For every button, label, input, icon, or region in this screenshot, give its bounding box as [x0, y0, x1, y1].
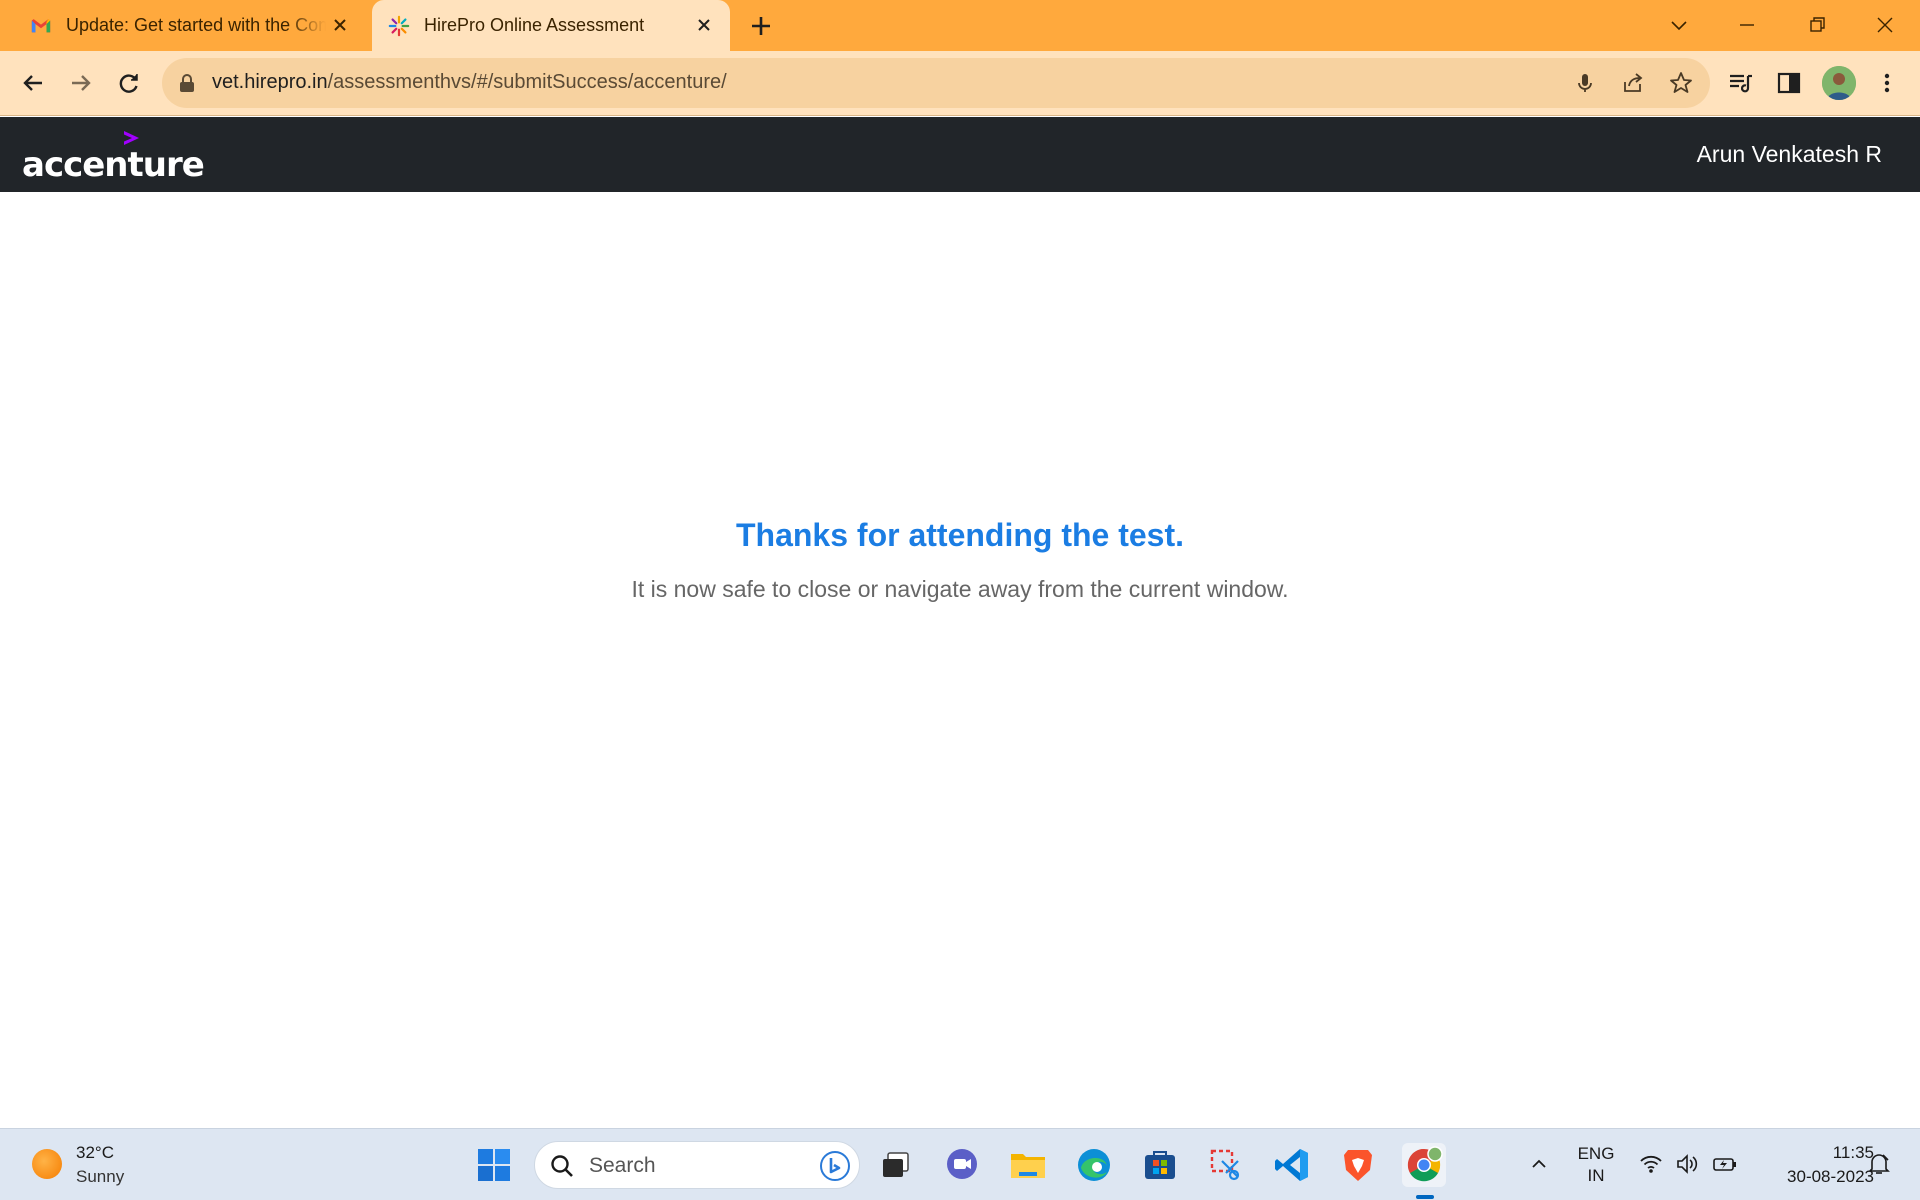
vscode-icon [1275, 1149, 1308, 1181]
back-icon[interactable] [18, 68, 48, 98]
microphone-icon[interactable] [1572, 70, 1598, 96]
microsoft-store-button[interactable] [1138, 1143, 1182, 1187]
taskbar-search[interactable]: Search [534, 1141, 860, 1189]
tab-search-chevron-icon[interactable] [1664, 10, 1694, 40]
forward-icon[interactable] [66, 68, 96, 98]
weather-temperature[interactable]: 32°C [76, 1143, 114, 1163]
success-message: It is now safe to close or navigate away… [631, 576, 1289, 602]
tab-hirepro[interactable]: HirePro Online Assessment [372, 0, 730, 51]
browser-toolbar: vet.hirepro.in/assessmenthvs/#/submitSuc… [0, 51, 1920, 116]
sun-icon[interactable] [32, 1149, 62, 1179]
folder-icon [1011, 1154, 1045, 1178]
battery-charging-icon[interactable] [1712, 1151, 1738, 1177]
chrome-button[interactable] [1402, 1143, 1446, 1187]
brave-icon [1344, 1150, 1372, 1181]
close-tab-icon[interactable] [694, 15, 714, 35]
snipping-tool-icon [1210, 1149, 1240, 1181]
lock-icon[interactable] [178, 73, 196, 93]
input-language[interactable]: ENG IN [1576, 1143, 1616, 1187]
search-placeholder: Search [589, 1154, 656, 1177]
clock-date: 30-08-2023 [1787, 1167, 1874, 1186]
url-path: /assessmenthvs/#/submitSuccess/accenture… [327, 71, 727, 93]
restore-icon[interactable] [1802, 10, 1832, 40]
profile-picture-icon [1822, 66, 1856, 100]
brave-button[interactable] [1336, 1143, 1380, 1187]
main-content: Thanks for attending the test. It is now… [0, 192, 1920, 1128]
minimize-icon[interactable] [1732, 10, 1762, 40]
accenture-logo[interactable]: accenture [22, 129, 205, 187]
screen: Update: Get started with the Community H… [0, 0, 1920, 1200]
windows-logo-icon [478, 1149, 510, 1181]
chrome-running-indicator [1416, 1195, 1434, 1199]
close-window-icon[interactable] [1870, 10, 1900, 40]
tab-title: HirePro Online Assessment [424, 15, 645, 35]
gmail-icon [31, 18, 51, 32]
tab-gmail[interactable]: Update: Get started with the Community [14, 0, 366, 51]
region-code: IN [1587, 1166, 1605, 1185]
language-code: ENG [1577, 1144, 1615, 1163]
notification-bell-icon[interactable] [1866, 1151, 1892, 1177]
tab-strip: Update: Get started with the Community H… [0, 0, 1920, 51]
side-panel-icon[interactable] [1774, 68, 1804, 98]
menu-kebab-icon[interactable] [1872, 68, 1902, 98]
tab-title: Update: Get started with the Community [66, 15, 326, 35]
vscode-button[interactable] [1270, 1143, 1314, 1187]
windows-taskbar: 32°C Sunny Search ENG IN 11:35 30-08-202… [0, 1128, 1920, 1200]
volume-icon[interactable] [1674, 1151, 1700, 1177]
weather-condition[interactable]: Sunny [76, 1167, 124, 1187]
hirepro-icon [388, 15, 410, 36]
reload-icon[interactable] [114, 68, 144, 98]
bing-icon[interactable] [819, 1150, 851, 1182]
search-icon [551, 1155, 573, 1177]
file-explorer-button[interactable] [1006, 1143, 1050, 1187]
wifi-icon[interactable] [1638, 1151, 1664, 1177]
close-tab-icon[interactable] [330, 15, 350, 35]
url-text[interactable]: vet.hirepro.in/assessmenthvs/#/submitSuc… [212, 71, 727, 94]
show-hidden-icons-chevron[interactable] [1528, 1153, 1550, 1175]
task-view-icon [883, 1152, 909, 1177]
task-view-button[interactable] [874, 1143, 918, 1187]
profile-avatar[interactable] [1822, 66, 1856, 100]
clock-time: 11:35 [1832, 1143, 1874, 1162]
bookmark-star-icon[interactable] [1668, 70, 1694, 96]
teams-chat-icon [947, 1149, 977, 1179]
share-icon[interactable] [1620, 70, 1646, 96]
edge-icon [1078, 1149, 1110, 1181]
address-bar[interactable]: vet.hirepro.in/assessmenthvs/#/submitSuc… [162, 58, 1710, 108]
snipping-tool-button[interactable] [1204, 1143, 1248, 1187]
edge-button[interactable] [1072, 1143, 1116, 1187]
user-name[interactable]: Arun Venkatesh R [1697, 141, 1882, 168]
chrome-icon [1407, 1146, 1443, 1182]
windows-start-button[interactable] [472, 1143, 516, 1187]
site-header: accenture Arun Venkatesh R [0, 117, 1920, 192]
url-host: vet.hirepro.in [212, 71, 328, 93]
media-control-icon[interactable] [1726, 68, 1756, 98]
success-heading: Thanks for attending the test. [735, 517, 1185, 553]
store-icon [1145, 1151, 1175, 1179]
teams-chat-button[interactable] [940, 1143, 984, 1187]
logo-text: accenture [22, 145, 205, 185]
system-clock[interactable]: 11:35 30-08-2023 [1758, 1141, 1874, 1189]
new-tab-icon[interactable] [748, 13, 774, 39]
